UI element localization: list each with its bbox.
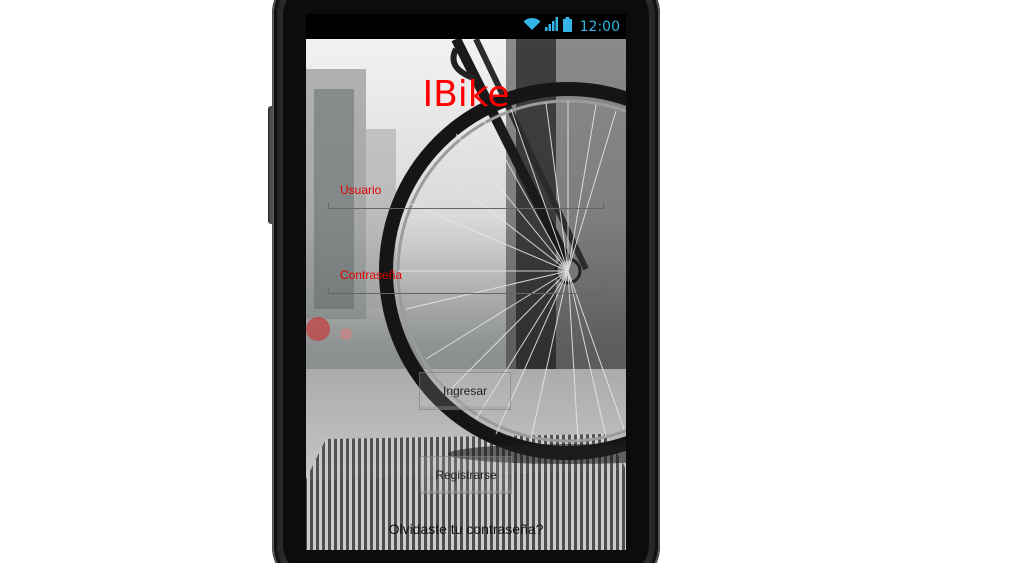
signal-icon: [544, 17, 559, 36]
username-label: Usuario: [340, 183, 382, 197]
password-field[interactable]: Contraseña: [328, 268, 604, 294]
register-button[interactable]: Registrarse: [420, 456, 512, 494]
app-screen: 12:00 IBike Usuario Contraseña Ingresar …: [306, 14, 626, 550]
username-underline: [328, 202, 604, 209]
device-stage: 12:00 IBike Usuario Contraseña Ingresar …: [0, 0, 1036, 563]
password-label: Contraseña: [340, 268, 403, 282]
wifi-icon: [523, 17, 541, 36]
status-bar: 12:00: [306, 14, 626, 39]
username-field[interactable]: Usuario: [328, 183, 604, 209]
app-title: IBike: [422, 74, 510, 115]
password-underline: [328, 287, 604, 294]
battery-icon: [562, 16, 572, 37]
status-time: 12:00: [579, 18, 620, 35]
forgot-password-link[interactable]: Olvidaste tu contraseña?: [306, 521, 626, 537]
login-button[interactable]: Ingresar: [419, 372, 511, 410]
